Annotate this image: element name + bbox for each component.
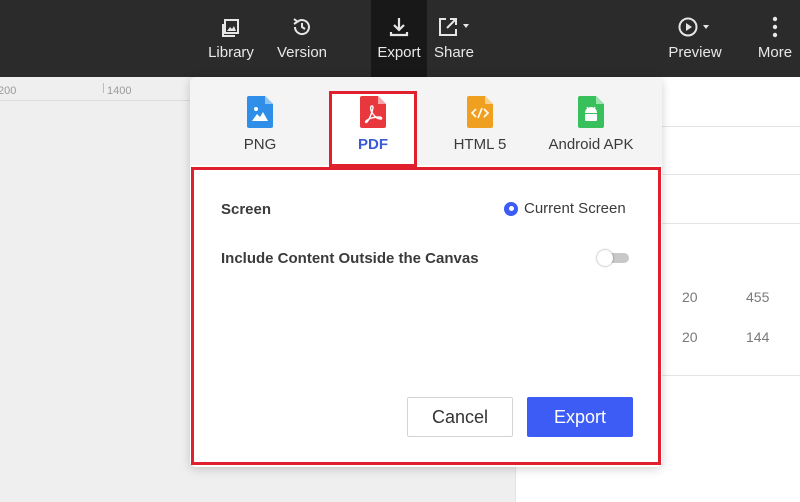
html-file-icon	[467, 96, 493, 128]
preview-label: Preview	[668, 44, 722, 61]
format-label: PNG	[243, 136, 277, 153]
property-value: 455	[746, 289, 770, 305]
radio-selected-icon[interactable]	[504, 201, 518, 216]
format-tab-apk[interactable]: Android APK	[540, 77, 642, 165]
export-dialog: PNG PDF HTML 5 Android APK Screen Curren…	[190, 77, 662, 467]
version-button[interactable]: Version	[271, 0, 333, 77]
format-tab-html5[interactable]: HTML 5	[437, 77, 523, 165]
png-file-icon	[247, 96, 273, 128]
include-outside-canvas-label: Include Content Outside the Canvas	[221, 250, 479, 267]
export-button[interactable]: Export	[527, 397, 633, 437]
format-tab-png[interactable]: PNG	[214, 77, 306, 165]
library-label: Library	[208, 44, 254, 61]
preview-button[interactable]: Preview	[664, 0, 726, 77]
screen-label: Screen	[221, 201, 272, 218]
version-label: Version	[276, 44, 328, 61]
top-toolbar: Library Version Export Share Preview Mor…	[0, 0, 800, 77]
share-button[interactable]: Share	[429, 0, 479, 77]
format-label: Android APK	[548, 136, 634, 153]
current-screen-option[interactable]: Current Screen	[504, 200, 626, 217]
format-label: HTML 5	[453, 136, 507, 153]
download-icon	[389, 18, 409, 37]
more-button[interactable]: More	[750, 0, 800, 77]
property-value: 20	[682, 329, 698, 345]
export-label: Export	[377, 44, 421, 61]
include-outside-canvas-toggle[interactable]	[597, 250, 630, 266]
library-icon	[222, 19, 239, 37]
export-tab[interactable]: Export	[371, 0, 427, 77]
ruler-label: 200	[0, 85, 17, 97]
share-icon	[439, 18, 469, 36]
format-tabs: PNG PDF HTML 5 Android APK	[190, 77, 662, 167]
format-tab-pdf[interactable]: PDF	[329, 77, 417, 165]
format-label: PDF	[358, 136, 388, 153]
more-vertical-icon	[772, 16, 778, 38]
ruler-tick	[103, 83, 104, 93]
library-button[interactable]: Library	[200, 0, 262, 77]
share-label: Share	[433, 44, 475, 61]
toggle-knob	[597, 250, 613, 266]
play-icon	[678, 17, 709, 37]
pdf-file-icon	[360, 96, 386, 128]
apk-file-icon	[578, 96, 604, 128]
property-value: 144	[746, 329, 770, 345]
cancel-button[interactable]: Cancel	[407, 397, 513, 437]
current-screen-label: Current Screen	[524, 200, 626, 217]
history-icon	[293, 18, 310, 36]
export-options-panel: Screen Current Screen Include Content Ou…	[191, 167, 661, 465]
more-label: More	[757, 44, 793, 61]
ruler-label: 1400	[107, 85, 132, 97]
canvas-ruler: 200 1400	[0, 77, 200, 101]
property-value: 20	[682, 289, 698, 305]
